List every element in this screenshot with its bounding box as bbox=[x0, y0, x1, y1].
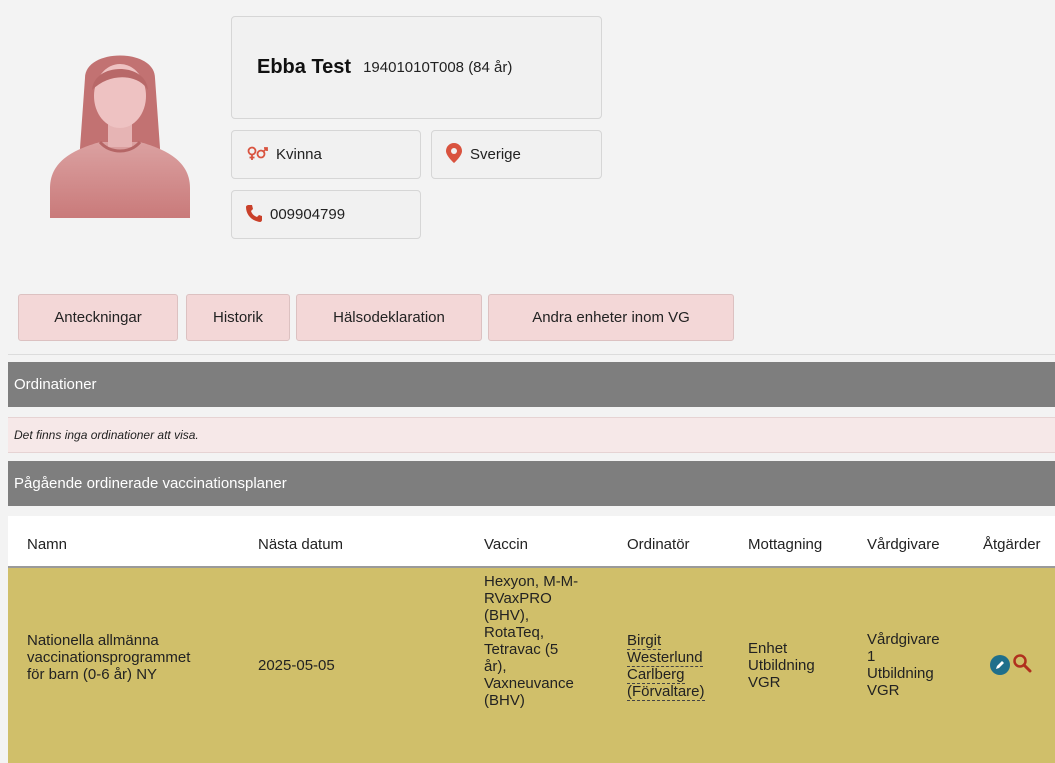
col-header-atgarder: Åtgärder bbox=[983, 536, 1041, 553]
ordinations-empty-message: Det finns inga ordinationer att visa. bbox=[8, 417, 1055, 453]
cell-vaccin-line: år), bbox=[484, 658, 507, 675]
pencil-icon[interactable] bbox=[990, 655, 1010, 680]
ordinator-link-line[interactable]: (Förvaltare) bbox=[627, 683, 705, 701]
ordinations-header: Ordinationer bbox=[8, 362, 1055, 407]
patient-name-card: Ebba Test 19401010T008 (84 år) bbox=[231, 16, 602, 119]
cell-namn-line: för barn (0-6 år) NY bbox=[27, 666, 158, 683]
cell-vaccin-line: (BHV), bbox=[484, 607, 529, 624]
cell-namn: Nationella allmänna vaccinationsprogramm… bbox=[27, 632, 190, 683]
cell-mottagning-line: Utbildning bbox=[748, 657, 815, 674]
col-header-nasta-datum: Nästa datum bbox=[258, 536, 344, 553]
cell-vaccin-line: RotaTeq, bbox=[484, 624, 545, 641]
gender-label: Kvinna bbox=[276, 146, 322, 163]
tab-historik[interactable]: Historik bbox=[186, 294, 290, 341]
patient-name: Ebba Test bbox=[257, 56, 352, 78]
col-header-mottagning: Mottagning bbox=[748, 536, 823, 553]
gender-female-male-icon bbox=[246, 145, 276, 165]
cell-ordinator-link[interactable]: Birgit Westerlund Carlberg (Förvaltare) bbox=[627, 632, 705, 701]
magnifier-icon[interactable] bbox=[1012, 653, 1032, 678]
cell-vaccin-line: (BHV) bbox=[484, 692, 525, 709]
cell-vaccin: Hexyon, M-M- RVaxPRO (BHV), RotaTeq, Tet… bbox=[484, 573, 578, 709]
cell-mottagning-line: Enhet bbox=[748, 640, 788, 657]
phone-number: 009904799 bbox=[270, 206, 346, 223]
cell-vardgivare-line: 1 bbox=[867, 648, 876, 665]
cell-vaccin-line: RVaxPRO bbox=[484, 590, 552, 607]
col-header-vaccin: Vaccin bbox=[484, 536, 528, 553]
divider bbox=[8, 354, 1055, 355]
col-header-vardgivare: Vårdgivare bbox=[867, 536, 940, 553]
col-header-namn: Namn bbox=[27, 536, 68, 553]
map-pin-icon bbox=[446, 142, 470, 167]
patient-personnummer: 19401010T008 (84 år) bbox=[363, 59, 513, 76]
cell-mottagning-line: VGR bbox=[748, 674, 781, 691]
cell-vardgivare: Vårdgivare 1 Utbildning VGR bbox=[867, 631, 940, 699]
cell-vardgivare-line: VGR bbox=[867, 682, 900, 699]
plans-header: Pågående ordinerade vaccinationsplaner bbox=[8, 461, 1055, 506]
cell-namn-line: Nationella allmänna bbox=[27, 632, 159, 649]
col-header-ordinator: Ordinatör bbox=[627, 536, 690, 553]
tab-anteckningar[interactable]: Anteckningar bbox=[18, 294, 178, 341]
cell-vaccin-line: Hexyon, M-M- bbox=[484, 573, 579, 590]
tab-halsodeklaration[interactable]: Hälsodeklaration bbox=[296, 294, 482, 341]
ordinator-link-line[interactable]: Birgit bbox=[627, 632, 662, 650]
phone-icon bbox=[246, 204, 270, 226]
tab-andra-enheter[interactable]: Andra enheter inom VG bbox=[488, 294, 734, 341]
cell-vaccin-line: Tetravac (5 bbox=[484, 641, 559, 658]
ordinator-link-line[interactable]: Westerlund bbox=[627, 649, 703, 667]
patient-avatar bbox=[30, 38, 210, 218]
cell-mottagning: Enhet Utbildning VGR bbox=[748, 640, 815, 691]
ordinator-link-line[interactable]: Carlberg bbox=[627, 666, 685, 684]
cell-vardgivare-line: Utbildning bbox=[867, 665, 934, 682]
country-card: Sverige bbox=[431, 130, 602, 179]
cell-vardgivare-line: Vårdgivare bbox=[867, 631, 940, 648]
country-label: Sverige bbox=[470, 146, 521, 163]
cell-vaccin-line: Vaxneuvance bbox=[484, 675, 574, 692]
phone-card: 009904799 bbox=[231, 190, 421, 239]
gender-card: Kvinna bbox=[231, 130, 421, 179]
cell-nasta-datum: 2025-05-05 bbox=[258, 657, 335, 674]
cell-namn-line: vaccinationsprogrammet bbox=[27, 649, 191, 666]
